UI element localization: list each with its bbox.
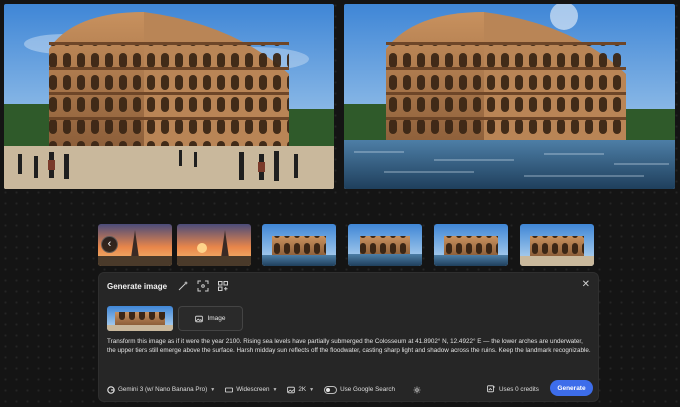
resolution-label: 2K: [298, 386, 307, 393]
colosseum-flooded-photo: [434, 224, 508, 266]
credits-icon: [487, 385, 496, 393]
history-thumbnail[interactable]: [434, 224, 508, 266]
image-chip-label: Image: [207, 315, 226, 322]
widescreen-icon: [225, 387, 234, 392]
colosseum-photo: [107, 306, 173, 331]
chevron-down-icon: ▼: [210, 386, 216, 393]
original-image-preview[interactable]: [4, 4, 334, 189]
colosseum-photo: [4, 4, 334, 189]
gear-icon: [413, 386, 421, 393]
history-thumbnail[interactable]: [177, 224, 251, 266]
resolution-selector[interactable]: 2K ▼: [287, 386, 314, 394]
history-thumbnail[interactable]: [348, 224, 422, 266]
chevron-down-icon: ▼: [309, 386, 315, 393]
panel-title: Generate image: [107, 282, 168, 291]
settings-button[interactable]: [413, 386, 421, 394]
aspect-label: Widescreen: [236, 386, 270, 393]
colosseum-flooded-photo: [348, 224, 422, 266]
generate-button[interactable]: Generate: [550, 380, 593, 396]
reference-image-thumbnail[interactable]: [107, 306, 173, 331]
magic-wand-icon[interactable]: [177, 280, 189, 292]
generate-image-panel: Generate image ✕ Image Transform this im…: [98, 272, 599, 402]
close-icon[interactable]: ✕: [582, 279, 590, 290]
google-search-label: Use Google Search: [340, 386, 396, 393]
history-thumbnail[interactable]: [520, 224, 594, 266]
colosseum-flooded-photo: [344, 4, 675, 189]
history-thumbnail-strip: ‹: [98, 224, 598, 266]
generation-options-bar: Gemini 3 (w/ Nano Banana Pro) ▼ Widescre…: [107, 384, 431, 395]
aspect-ratio-selector[interactable]: Widescreen ▼: [225, 386, 277, 394]
model-label: Gemini 3 (w/ Nano Banana Pro): [118, 386, 208, 393]
chevron-down-icon: ▼: [272, 386, 278, 393]
prompt-input[interactable]: Transform this image as if it were the y…: [107, 337, 592, 355]
history-thumbnail[interactable]: [262, 224, 336, 266]
add-image-button[interactable]: Image: [178, 306, 243, 331]
google-search-toggle[interactable]: Use Google Search: [324, 385, 396, 394]
grid-icon[interactable]: [217, 280, 229, 292]
generated-image-preview[interactable]: [344, 4, 675, 189]
chevron-left-icon[interactable]: ‹: [101, 236, 118, 253]
image-icon: [195, 315, 204, 322]
credits-indicator: Uses 0 credits: [487, 385, 539, 393]
colosseum-flooded-photo: [262, 224, 336, 266]
resolution-icon: [287, 386, 296, 393]
credits-label: Uses 0 credits: [499, 385, 539, 393]
colosseum-photo: [520, 224, 594, 266]
model-selector[interactable]: Gemini 3 (w/ Nano Banana Pro) ▼: [107, 385, 216, 394]
crop-select-icon[interactable]: [197, 280, 209, 292]
eiffel-sunset-photo: [177, 224, 251, 266]
toggle-switch[interactable]: [324, 385, 338, 394]
google-g-icon: [107, 385, 115, 394]
